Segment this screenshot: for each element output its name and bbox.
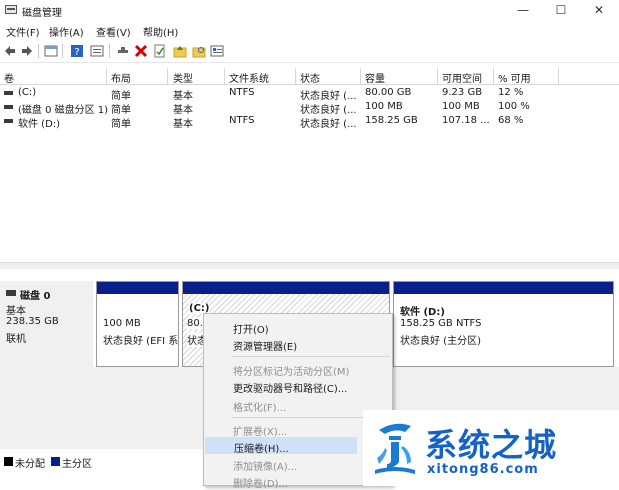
minimize-button[interactable]: — xyxy=(508,0,538,20)
connect-icon[interactable] xyxy=(116,44,130,58)
toolbar: ? xyxy=(0,40,619,63)
cell-type: 基本 xyxy=(173,119,193,130)
column-percent-free[interactable]: % 可用 xyxy=(498,70,531,85)
menu-item-open[interactable]: 打开(O) xyxy=(204,318,392,336)
column-divider[interactable] xyxy=(360,68,361,84)
partition-status: 状态良好 (主分区) xyxy=(400,336,481,347)
legend-unallocated-swatch xyxy=(4,457,13,466)
legend-primary-label: 主分区 xyxy=(62,459,92,470)
disk-type: 基本 xyxy=(6,306,26,317)
watermark: 系统之城 xitong86.com xyxy=(363,410,619,486)
cell-volume: 软件 (D:) xyxy=(18,119,61,130)
partition-d[interactable]: 软件 (D:) 158.25 GB NTFS 状态良好 (主分区) xyxy=(393,281,614,367)
cell-capacity: 158.25 GB xyxy=(365,115,418,126)
cell-capacity: 100 MB xyxy=(365,101,403,112)
volume-icon xyxy=(4,119,13,123)
column-status[interactable]: 状态 xyxy=(300,70,320,85)
table-row[interactable]: (C:) 简单 基本 NTFS 状态良好 (... 80.00 GB 9.23 … xyxy=(0,86,619,102)
cell-free-space: 107.18 ... xyxy=(442,115,490,126)
menu-action[interactable]: 操作(A) xyxy=(49,24,84,39)
partition-label: 软件 (D:) xyxy=(400,307,445,318)
column-filesystem[interactable]: 文件系统 xyxy=(229,70,269,85)
cell-filesystem: NTFS xyxy=(229,87,255,98)
column-divider[interactable] xyxy=(167,68,168,84)
cell-layout: 简单 xyxy=(111,119,131,130)
disk-0-label[interactable]: 磁盘 0 基本 238.35 GB 联机 xyxy=(0,281,93,367)
toolbar-divider xyxy=(38,44,39,58)
toolbar-divider xyxy=(62,44,63,58)
volume-icon xyxy=(4,91,13,95)
folder-search-icon[interactable] xyxy=(192,44,206,58)
partition-header-bar xyxy=(183,282,389,294)
close-icon: ✕ xyxy=(593,3,605,17)
properties-icon[interactable] xyxy=(90,44,104,58)
partition-size: 158.25 GB NTFS xyxy=(400,318,482,329)
legend-unallocated-label: 未分配 xyxy=(15,459,45,470)
volume-icon xyxy=(4,105,13,109)
menu-help[interactable]: 帮助(H) xyxy=(143,24,178,39)
partition-size: 100 MB xyxy=(103,318,141,329)
minimize-icon: — xyxy=(517,3,529,17)
column-type[interactable]: 类型 xyxy=(173,70,193,85)
delete-icon[interactable] xyxy=(134,44,148,58)
help-icon[interactable]: ? xyxy=(70,44,84,58)
disk-name: 磁盘 0 xyxy=(20,291,51,302)
partition-efi[interactable]: 100 MB 状态良好 (EFI 系 xyxy=(96,281,179,367)
table-row[interactable]: (磁盘 0 磁盘分区 1) 简单 基本 状态良好 (... 100 MB 100… xyxy=(0,100,619,116)
column-layout[interactable]: 布局 xyxy=(111,70,131,85)
column-divider[interactable] xyxy=(106,68,107,84)
column-capacity[interactable]: 容量 xyxy=(365,70,385,85)
cell-capacity: 80.00 GB xyxy=(365,87,412,98)
menu-bar: 文件(F) 操作(A) 查看(V) 帮助(H) xyxy=(0,22,619,39)
folder-up-icon[interactable] xyxy=(173,44,187,58)
menu-separator xyxy=(232,356,390,357)
disk-icon xyxy=(6,290,16,296)
menu-item-shrink-volume[interactable]: 压缩卷(H)... xyxy=(205,437,357,455)
watermark-brand: 系统之城 xyxy=(425,426,558,464)
list-view-icon[interactable] xyxy=(44,44,58,58)
disk-state: 联机 xyxy=(6,334,26,345)
close-button[interactable]: ✕ xyxy=(584,0,614,20)
menu-item-explorer[interactable]: 资源管理器(E) xyxy=(204,335,392,353)
column-divider[interactable] xyxy=(437,68,438,84)
cell-filesystem: NTFS xyxy=(229,115,255,126)
legend-primary-swatch xyxy=(51,457,60,466)
cell-status: 状态良好 (... xyxy=(300,119,357,130)
disk-size: 238.35 GB xyxy=(6,316,59,327)
window-title: 磁盘管理 xyxy=(22,8,62,19)
disk-management-app-icon xyxy=(5,5,17,14)
partition-status: 状态良好 (EFI 系 xyxy=(103,336,179,347)
column-divider[interactable] xyxy=(493,68,494,84)
column-divider[interactable] xyxy=(558,68,559,84)
column-free-space[interactable]: 可用空间 xyxy=(442,70,482,85)
maximize-button[interactable]: ☐ xyxy=(546,0,576,20)
menu-view[interactable]: 查看(V) xyxy=(96,24,131,39)
cell-percent-free: 100 % xyxy=(498,101,530,112)
toolbar-divider xyxy=(109,44,110,58)
partition-header-bar xyxy=(97,282,178,294)
cell-percent-free: 68 % xyxy=(498,115,524,126)
maximize-icon: ☐ xyxy=(555,3,567,17)
menu-item-change-drive-letter[interactable]: 更改驱动器号和路径(C)... xyxy=(204,377,392,395)
svg-text:?: ? xyxy=(74,47,79,58)
cell-percent-free: 12 % xyxy=(498,87,524,98)
cell-free-space: 100 MB xyxy=(442,101,480,112)
details-icon[interactable] xyxy=(210,44,224,58)
check-icon[interactable] xyxy=(153,44,167,58)
table-row[interactable]: 软件 (D:) 简单 基本 NTFS 状态良好 (... 158.25 GB 1… xyxy=(0,114,619,130)
forward-arrow-icon[interactable] xyxy=(20,44,34,58)
title-bar: 磁盘管理 — ☐ ✕ xyxy=(0,0,619,20)
column-divider[interactable] xyxy=(224,68,225,84)
column-volume[interactable]: 卷 xyxy=(4,70,14,85)
volume-list-header: 卷 布局 类型 文件系统 状态 容量 可用空间 % 可用 xyxy=(0,68,619,85)
menu-file[interactable]: 文件(F) xyxy=(6,24,40,39)
back-arrow-icon[interactable] xyxy=(3,44,17,58)
cell-free-space: 9.23 GB xyxy=(442,87,483,98)
cell-volume: (C:) xyxy=(18,87,37,98)
menu-item-mark-active[interactable]: 将分区标记为活动分区(M) xyxy=(204,360,392,378)
partition-header-bar xyxy=(394,282,613,294)
column-divider[interactable] xyxy=(295,68,296,84)
watermark-url: xitong86.com xyxy=(427,462,539,477)
watermark-logo xyxy=(375,423,415,474)
